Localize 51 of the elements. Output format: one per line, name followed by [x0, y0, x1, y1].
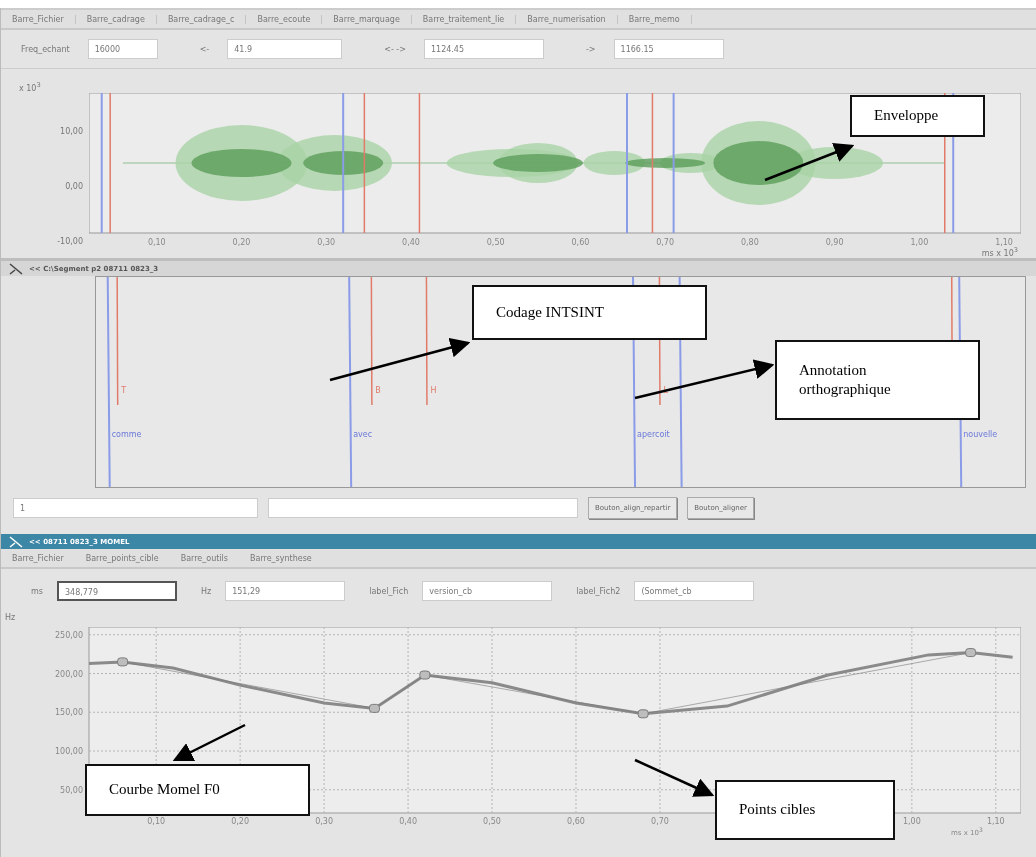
field-label: Hz: [199, 586, 213, 596]
axis-tick-label: 0,20: [231, 817, 250, 826]
axis-tick-label: 0,30: [317, 238, 336, 247]
callout-label: Enveloppe: [850, 95, 985, 137]
axis-tick-label: 0,30: [315, 817, 333, 826]
word-label: nouvelle: [963, 430, 998, 439]
axis-unit-label: ms x 10$^{3}$: [980, 246, 1019, 258]
field-label: label_Fich2: [575, 586, 622, 596]
axis-tick-label: 50,00: [60, 785, 83, 795]
axis-tick-label: 0,10: [147, 238, 166, 247]
scale-label: x 10$^{3}$: [18, 80, 42, 93]
axis-tick-label: 1,10: [986, 817, 1005, 826]
axis-unit-label: Hz: [4, 613, 17, 624]
axis-tick-label: 0,60: [567, 817, 585, 826]
axis-tick-label: 0,50: [483, 817, 501, 826]
axis-tick-label: 0,50: [486, 238, 505, 247]
word-label: comme: [111, 430, 142, 439]
intsint-label: H: [430, 386, 437, 395]
field-label: <- ->: [383, 44, 407, 54]
axis-tick-label: 0,20: [232, 238, 251, 247]
axis-tick-label: 10,00: [60, 126, 83, 136]
callout-label: Courbe Momel F0: [85, 764, 310, 816]
field-label: Freq_echant: [20, 44, 71, 54]
intsint-label: T: [121, 386, 127, 395]
field-label: label_Fich: [368, 586, 410, 596]
axis-tick-label: 100,00: [55, 747, 83, 756]
callout-label: Annotation orthographique: [775, 340, 980, 420]
axis-tick-label: 0,70: [651, 817, 669, 826]
axis-tick-label: 1,10: [995, 238, 1013, 247]
axis-tick-label: 0,70: [656, 238, 675, 247]
axis-tick-label: 0,00: [65, 181, 83, 191]
axis-tick-label: 0,80: [740, 238, 759, 247]
axis-tick-label: 1,00: [910, 238, 929, 247]
axis-tick-label: 0,40: [402, 238, 420, 247]
callout-label: Points cibles: [715, 780, 895, 840]
field-label: <-: [198, 44, 211, 54]
axis-tick-label: 0,40: [399, 817, 417, 826]
intsint-label: B: [375, 386, 381, 395]
axis-tick-label: 150,00: [55, 708, 83, 718]
field-label: ms: [30, 586, 44, 596]
axis-tick-label: 200,00: [55, 669, 83, 679]
axis-tick-label: -10,00: [57, 236, 83, 246]
word-label: avec: [353, 430, 373, 439]
field-label: ->: [584, 44, 597, 54]
axis-tick-label: 250,00: [55, 630, 83, 640]
callout-label: Codage INTSINT: [472, 285, 707, 340]
axis-tick-label: 0,60: [571, 238, 590, 247]
axis-tick-label: 1,00: [902, 817, 921, 826]
word-label: apercoit: [637, 430, 670, 439]
axis-tick-label: 0,10: [147, 817, 166, 826]
axis-tick-label: 0,90: [825, 238, 844, 247]
